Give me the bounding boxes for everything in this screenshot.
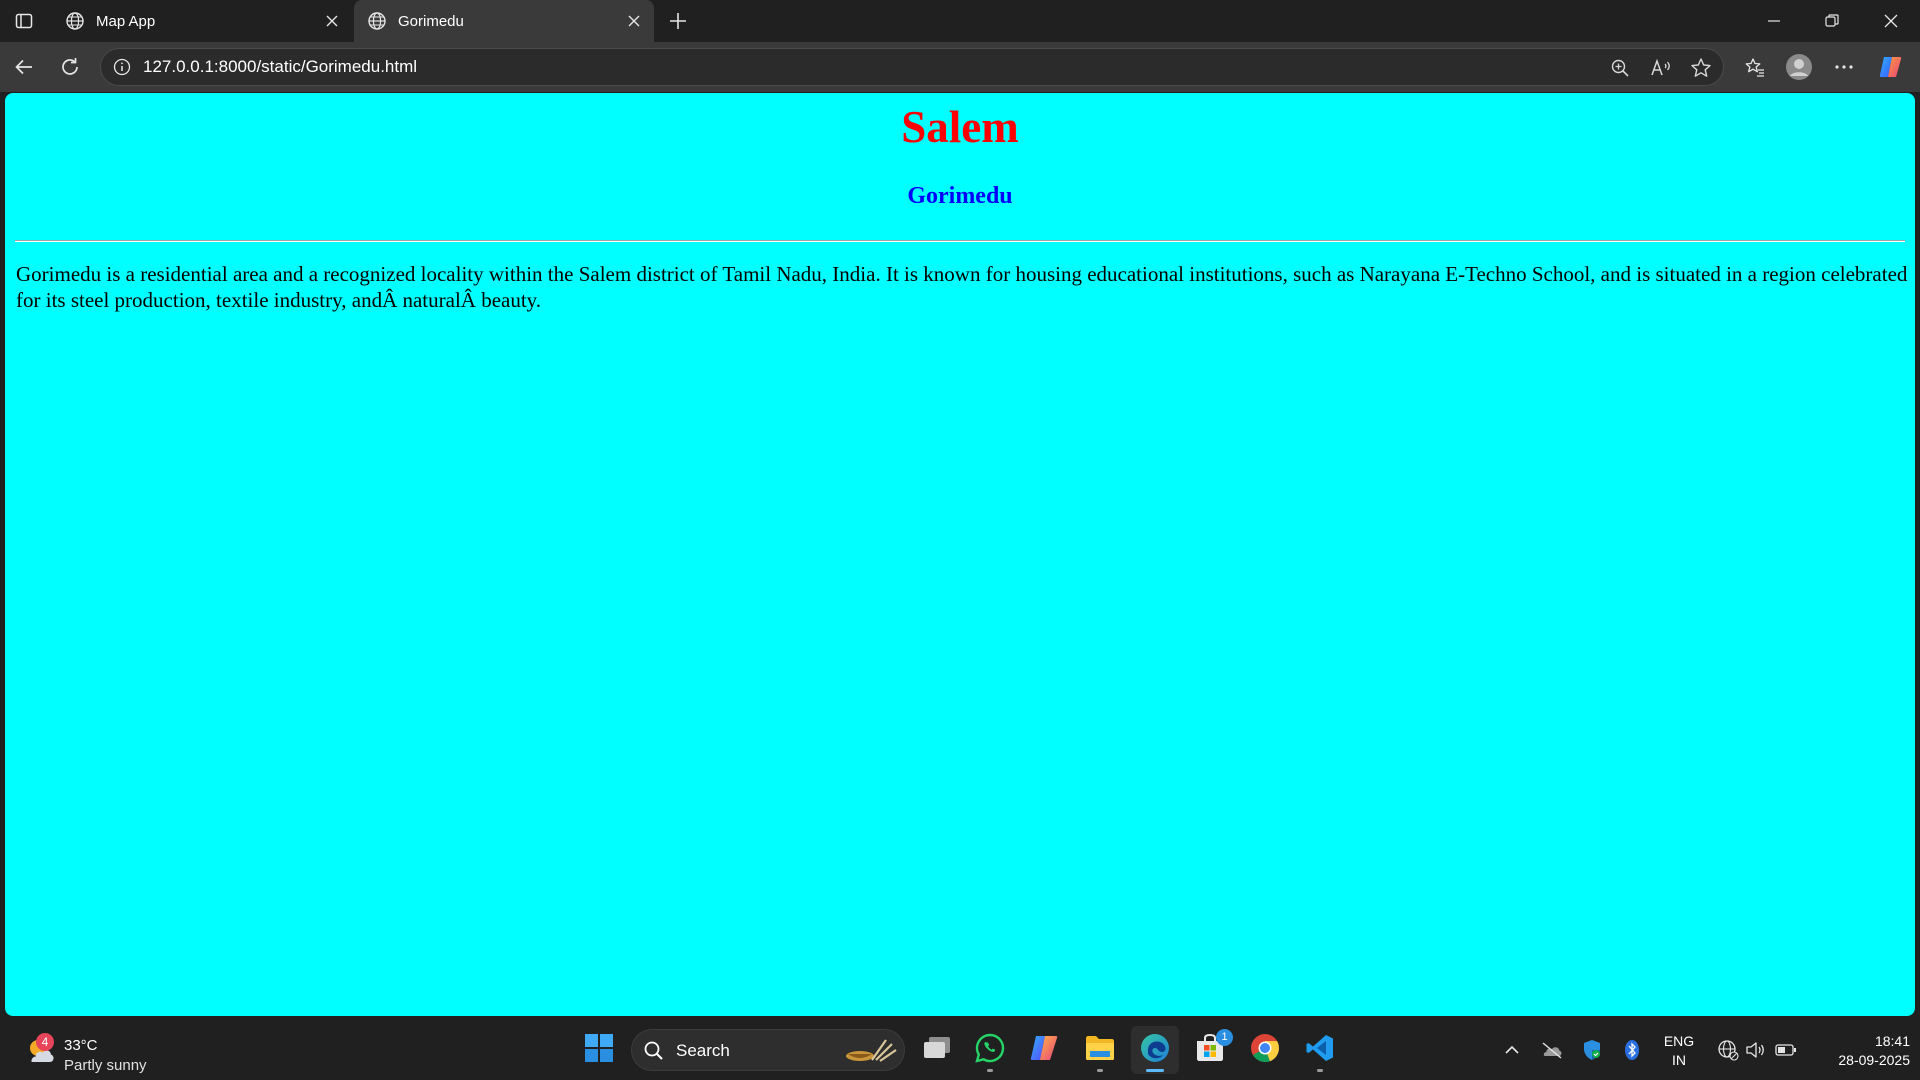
back-button[interactable] <box>6 49 42 85</box>
restore-button[interactable] <box>1803 0 1861 42</box>
copilot-icon[interactable] <box>1874 49 1910 85</box>
refresh-button[interactable] <box>52 49 88 85</box>
microsoft-store-button[interactable]: 1 <box>1186 1026 1234 1074</box>
language-code: ENG <box>1663 1033 1695 1049</box>
start-icon <box>584 1033 614 1068</box>
whatsapp-icon <box>974 1032 1006 1069</box>
weather-badge: 4 <box>36 1033 54 1051</box>
language-indicator[interactable]: ENG IN <box>1654 1032 1704 1070</box>
close-tab-icon[interactable] <box>620 7 648 35</box>
copilot-app-icon <box>1029 1033 1061 1068</box>
clock-time: 18:41 <box>1874 1033 1910 1049</box>
battery-icon[interactable] <box>1770 1034 1802 1066</box>
running-indicator <box>987 1069 993 1072</box>
chrome-button[interactable] <box>1241 1026 1289 1074</box>
tab-gorimedu[interactable]: Gorimedu <box>354 0 654 42</box>
close-tab-icon[interactable] <box>318 7 346 35</box>
taskbar: 4 33°C Partly sunny Search 1 ENG IN 18:4… <box>0 1020 1920 1080</box>
page-paragraph: Gorimedu is a residential area and a rec… <box>16 262 1908 312</box>
horizontal-rule <box>15 240 1905 242</box>
minimize-button[interactable] <box>1745 0 1803 42</box>
vscode-icon <box>1305 1033 1335 1068</box>
task-view-button[interactable] <box>913 1026 961 1074</box>
edge-button[interactable] <box>1131 1026 1179 1074</box>
profile-avatar[interactable] <box>1781 49 1817 85</box>
security-shield-icon[interactable] <box>1576 1034 1608 1066</box>
zoom-icon[interactable] <box>1605 53 1635 83</box>
tab-title: Gorimedu <box>398 12 464 30</box>
tab-map-app[interactable]: Map App <box>52 0 352 42</box>
running-indicator <box>1317 1069 1323 1072</box>
file-explorer-button[interactable] <box>1076 1026 1124 1074</box>
task-view-icon <box>922 1035 952 1066</box>
close-window-button[interactable] <box>1862 0 1920 42</box>
search-highlight-icon <box>842 1036 898 1071</box>
running-indicator <box>1146 1069 1164 1072</box>
favorites-icon[interactable] <box>1737 49 1773 85</box>
new-tab-button[interactable] <box>660 3 696 39</box>
clock[interactable]: 18:41 28-09-2025 <box>1810 1032 1910 1070</box>
edge-icon <box>1139 1032 1171 1069</box>
search-label: Search <box>676 1041 730 1060</box>
weather-temperature: 33°C <box>64 1037 98 1054</box>
bluetooth-icon[interactable] <box>1616 1034 1648 1066</box>
copilot-button[interactable] <box>1021 1026 1069 1074</box>
tab-title: Map App <box>96 12 156 30</box>
more-options-icon[interactable] <box>1826 49 1862 85</box>
weather-widget[interactable]: 4 33°C Partly sunny <box>22 1028 162 1074</box>
page-heading: Salem <box>901 102 1019 152</box>
address-bar[interactable]: 127.0.0.1:8000/static/Gorimedu.html <box>100 48 1724 86</box>
taskbar-search[interactable]: Search <box>631 1029 905 1071</box>
browser-toolbar: 127.0.0.1:8000/static/Gorimedu.html <box>0 42 1920 92</box>
read-aloud-icon[interactable] <box>1646 53 1676 83</box>
search-icon <box>642 1039 666 1063</box>
page-viewport: Salem Gorimedu Gorimedu is a residential… <box>5 93 1915 1016</box>
volume-icon[interactable] <box>1740 1034 1772 1066</box>
url-text: 127.0.0.1:8000/static/Gorimedu.html <box>143 57 418 76</box>
page-subheading: Gorimedu <box>907 183 1013 209</box>
store-badge: 1 <box>1216 1029 1233 1046</box>
clock-date: 28-09-2025 <box>1838 1052 1910 1068</box>
globe-icon <box>366 10 388 32</box>
globe-icon <box>64 10 86 32</box>
onedrive-icon[interactable] <box>1536 1034 1568 1066</box>
whatsapp-button[interactable] <box>966 1026 1014 1074</box>
show-hidden-icons-button[interactable] <box>1496 1034 1528 1066</box>
site-info-icon[interactable] <box>109 54 135 80</box>
running-indicator <box>1097 1069 1103 1072</box>
start-button[interactable] <box>575 1026 623 1074</box>
tab-strip: Map App Gorimedu <box>0 0 1920 42</box>
weather-condition: Partly sunny <box>64 1057 147 1074</box>
region-code: IN <box>1672 1052 1686 1068</box>
favorite-star-icon[interactable] <box>1686 53 1716 83</box>
file-explorer-icon <box>1084 1034 1116 1067</box>
tab-actions-icon[interactable] <box>6 3 42 39</box>
vscode-button[interactable] <box>1296 1026 1344 1074</box>
chrome-icon <box>1249 1032 1281 1069</box>
